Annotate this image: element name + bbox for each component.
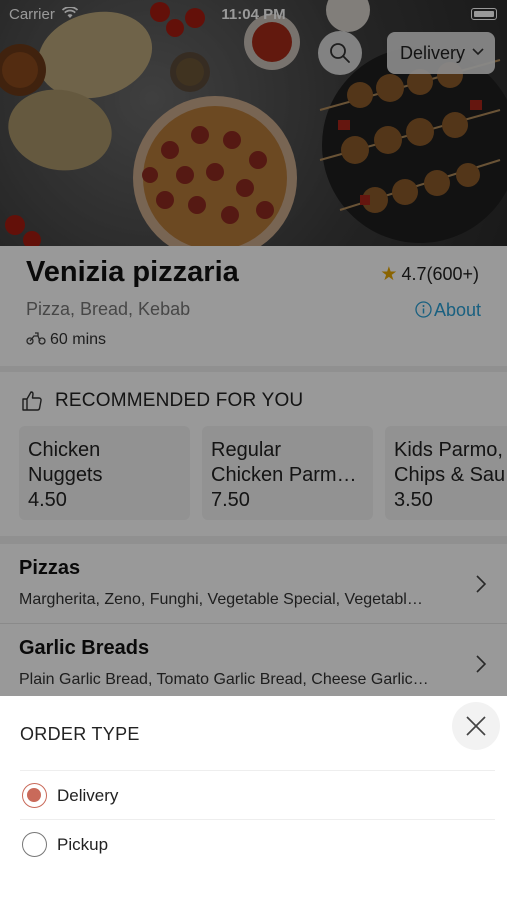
option-label: Delivery <box>57 786 119 805</box>
close-button[interactable] <box>452 702 500 750</box>
divider <box>20 819 495 820</box>
order-type-option-pickup[interactable]: Pickup <box>20 822 495 868</box>
divider <box>20 770 495 771</box>
order-type-sheet: ORDER TYPE Delivery Pickup <box>0 696 507 900</box>
order-type-option-delivery[interactable]: Delivery <box>20 773 495 819</box>
option-label: Pickup <box>57 835 109 854</box>
radio-button[interactable] <box>22 832 47 857</box>
modal-backdrop[interactable] <box>0 0 507 696</box>
sheet-title: ORDER TYPE <box>20 724 140 744</box>
radio-button-selected[interactable] <box>22 783 47 808</box>
close-icon <box>466 716 486 736</box>
